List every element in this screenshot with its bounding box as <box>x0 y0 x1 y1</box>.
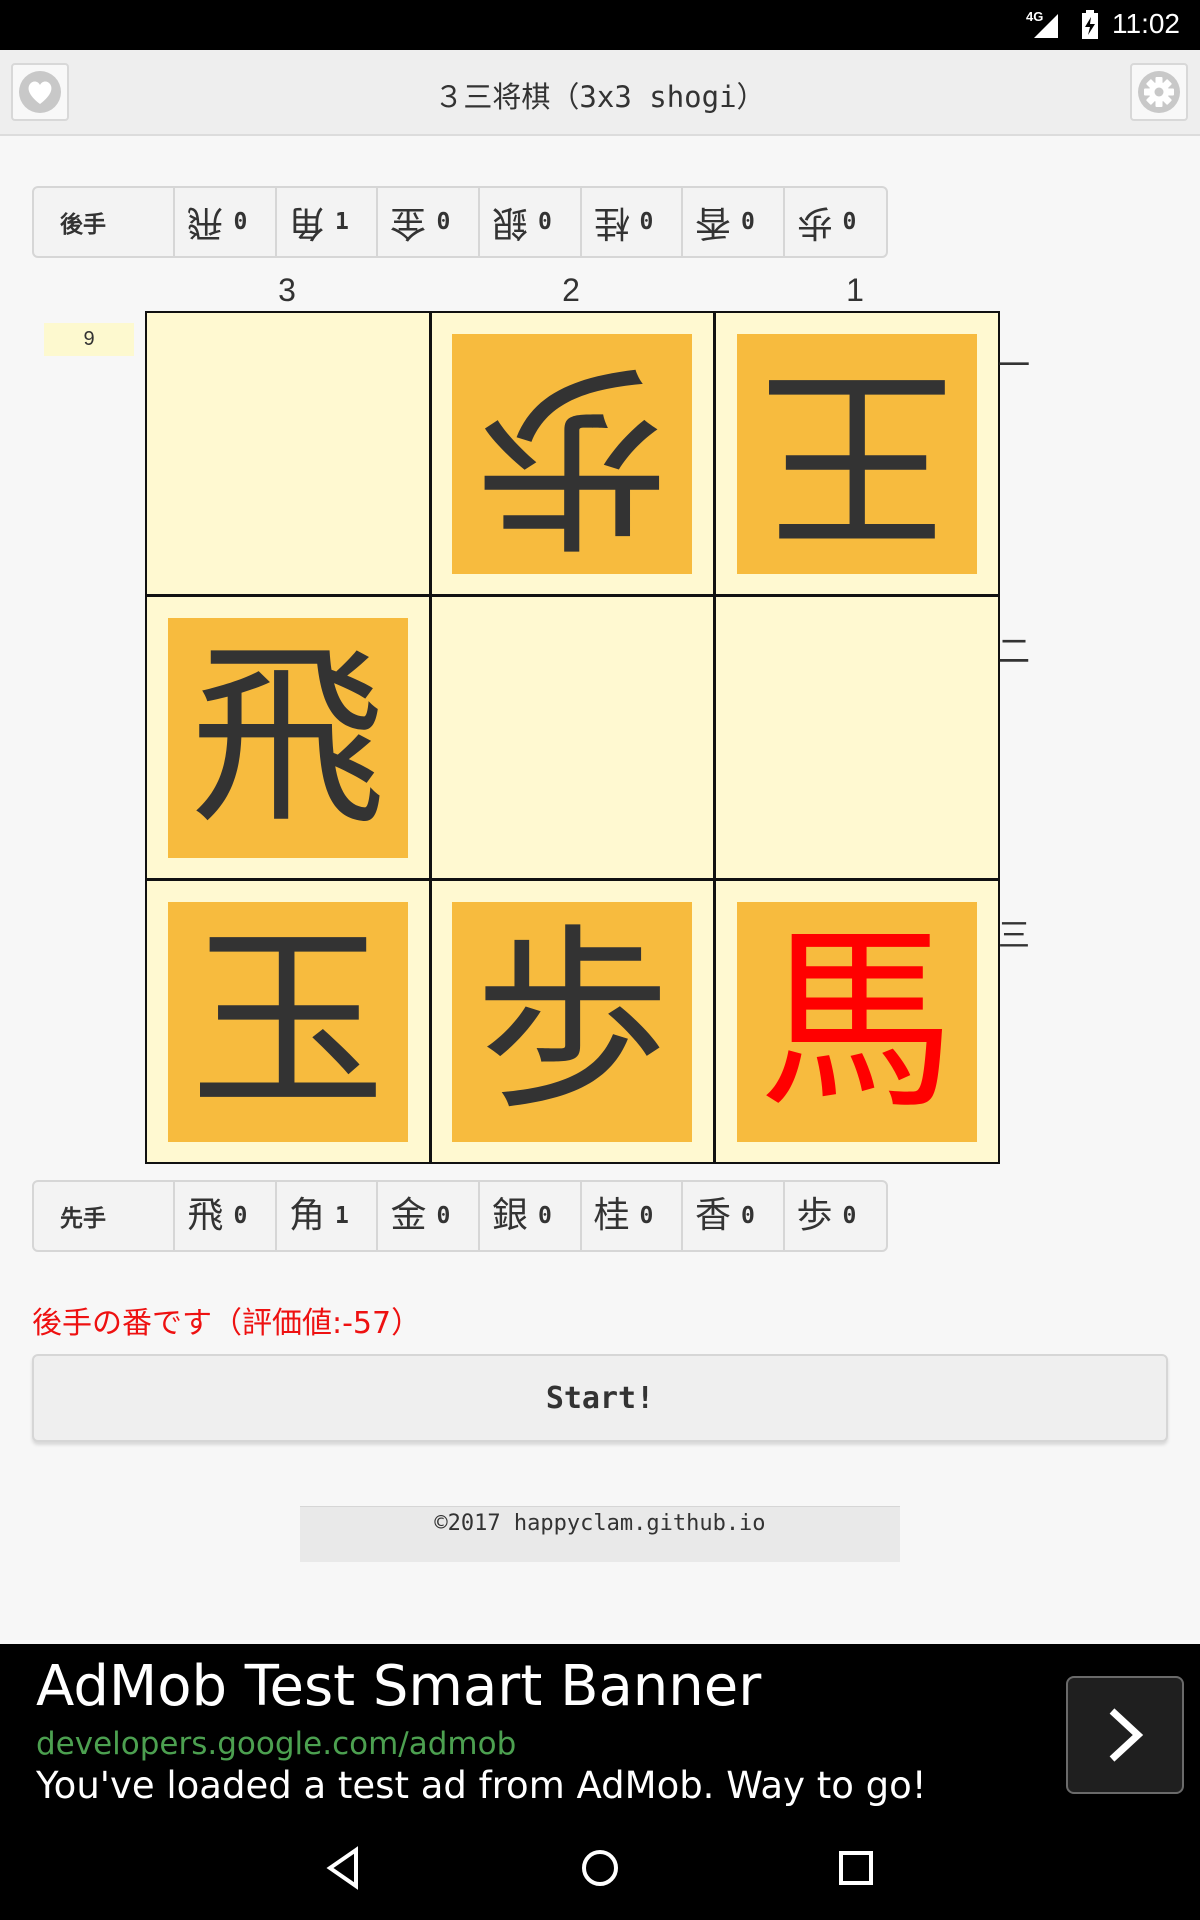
gote-pawn[interactable]: 歩 <box>452 333 693 574</box>
sente-label: 先手 <box>34 1182 176 1250</box>
file-label: 3 <box>278 272 296 308</box>
sente-horse[interactable]: 馬 <box>737 901 978 1142</box>
gote-hand-bishop[interactable]: 角1 <box>277 188 379 256</box>
back-icon <box>326 1846 358 1890</box>
hand-piece: 歩 <box>796 1195 833 1236</box>
square-3-2[interactable]: 飛 <box>147 597 429 878</box>
square-1-1[interactable]: 王 <box>716 313 998 594</box>
home-button[interactable] <box>570 1840 630 1896</box>
sente-hand-rook[interactable]: 飛0 <box>175 1182 277 1250</box>
hand-count: 0 <box>233 1203 248 1229</box>
gote-hand-gold[interactable]: 金0 <box>378 188 480 256</box>
gote-hand-silver[interactable]: 銀0 <box>480 188 582 256</box>
square-2-2[interactable] <box>431 597 714 878</box>
battery-charging-icon <box>1082 10 1098 39</box>
rank-label: 一 <box>998 346 1031 384</box>
sente-hand-silver[interactable]: 銀0 <box>480 1182 582 1250</box>
hand-count: 0 <box>233 209 248 235</box>
hand-piece: 香 <box>695 1195 732 1236</box>
square-3-3[interactable]: 玉 <box>147 881 429 1162</box>
sente-pawn[interactable]: 歩 <box>452 901 693 1142</box>
file-label: 1 <box>846 272 864 308</box>
hand-count: 0 <box>537 1203 552 1229</box>
hand-count: 0 <box>639 1203 654 1229</box>
file-label: 2 <box>562 272 580 308</box>
hand-piece: 金 <box>390 202 427 243</box>
start-button[interactable]: Start! <box>32 1354 1168 1442</box>
hand-piece: 香 <box>695 202 732 243</box>
hand-count: 0 <box>741 209 755 235</box>
hand-count: 0 <box>537 209 552 235</box>
gear-icon <box>1138 71 1180 113</box>
sente-hand-lance[interactable]: 香0 <box>683 1182 785 1250</box>
hand-piece: 歩 <box>796 202 833 243</box>
shogi-board: 歩 王 飛 玉 歩 馬 <box>145 311 1000 1164</box>
hand-count: 0 <box>436 1203 451 1229</box>
hand-count: 1 <box>334 1203 349 1229</box>
status-bar: 4G 11:02 <box>0 0 1200 50</box>
home-icon <box>582 1850 618 1886</box>
hand-piece: 角 <box>288 1195 325 1236</box>
settings-button[interactable] <box>1130 63 1188 121</box>
square-2-3[interactable]: 歩 <box>431 881 714 1162</box>
app-title: ３三将棋（3x3 shogi） <box>434 80 766 114</box>
app-header: ３三将棋（3x3 shogi） <box>0 50 1200 136</box>
gote-hand-knight[interactable]: 桂0 <box>582 188 684 256</box>
sente-hand-pawn[interactable]: 歩0 <box>785 1182 886 1250</box>
ad-open-button[interactable] <box>1066 1676 1184 1794</box>
square-1-2[interactable] <box>716 597 998 878</box>
hand-count: 0 <box>436 209 451 235</box>
gote-hand-lance[interactable]: 香0 <box>683 188 785 256</box>
hand-count: 0 <box>842 1203 857 1229</box>
sente-king[interactable]: 玉 <box>167 901 408 1142</box>
hand-piece: 角 <box>288 202 325 243</box>
hand-piece: 飛 <box>187 202 224 243</box>
clock: 11:02 <box>1112 8 1180 39</box>
ad-title: AdMob Test Smart Banner <box>36 1654 762 1719</box>
gote-king[interactable]: 王 <box>737 333 978 574</box>
chevron-right-icon <box>1109 1708 1144 1762</box>
hand-count: 0 <box>842 209 857 235</box>
hand-piece: 金 <box>390 1195 427 1236</box>
hand-piece: 飛 <box>187 1195 224 1236</box>
square-3-1[interactable] <box>147 313 429 594</box>
navigation-bar <box>0 1816 1200 1920</box>
turn-status: 後手の番です（評価値:-57） <box>32 1306 422 1341</box>
gote-label: 後手 <box>34 188 176 256</box>
move-counter: 9 <box>44 323 134 356</box>
sente-hand-gold[interactable]: 金0 <box>378 1182 480 1250</box>
copyright-footer: ©2017 happyclam.github.io <box>300 1506 900 1562</box>
hand-piece: 銀 <box>491 202 528 243</box>
rank-label: 三 <box>998 916 1031 954</box>
hand-piece: 銀 <box>491 1195 528 1236</box>
hand-piece: 桂 <box>593 202 630 243</box>
gote-hand: 後手 飛0 角1 金0 銀0 桂0 香0 歩0 <box>32 186 888 258</box>
sente-rook[interactable]: 飛 <box>167 617 408 858</box>
signal-icon <box>1034 14 1058 38</box>
back-button[interactable] <box>314 1840 374 1896</box>
recents-button[interactable] <box>826 1840 886 1896</box>
ad-banner[interactable]: AdMob Test Smart Banner developers.googl… <box>0 1644 1200 1816</box>
hand-count: 0 <box>639 209 654 235</box>
sente-hand-knight[interactable]: 桂0 <box>582 1182 684 1250</box>
hand-count: 0 <box>741 1203 755 1229</box>
rank-label: 二 <box>998 632 1031 670</box>
ad-url[interactable]: developers.google.com/admob <box>36 1726 516 1762</box>
hand-piece: 桂 <box>593 1195 630 1236</box>
recents-icon <box>839 1851 873 1885</box>
square-2-1[interactable]: 歩 <box>431 313 714 594</box>
square-1-3[interactable]: 馬 <box>716 881 998 1162</box>
hand-count: 1 <box>334 209 349 235</box>
sente-hand-bishop[interactable]: 角1 <box>277 1182 379 1250</box>
gote-hand-pawn[interactable]: 歩0 <box>785 188 886 256</box>
sente-hand: 先手 飛0 角1 金0 銀0 桂0 香0 歩0 <box>32 1180 888 1252</box>
ad-text: You've loaded a test ad from AdMob. Way … <box>36 1764 927 1807</box>
gote-hand-rook[interactable]: 飛0 <box>175 188 277 256</box>
